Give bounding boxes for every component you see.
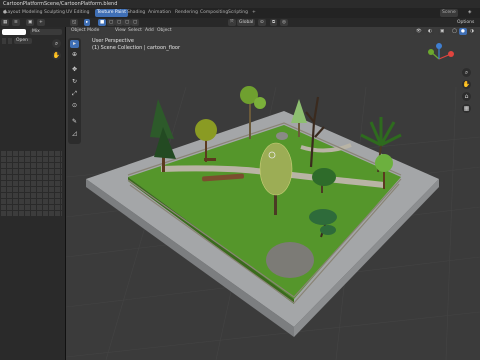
- window-title: CartoonPlatformScene/CartoonPlatform.ble…: [3, 1, 118, 7]
- image-zoom-icon[interactable]: ⌕: [52, 39, 61, 48]
- visibility-icon[interactable]: 👁: [414, 28, 424, 35]
- title-bar: CartoonPlatformScene/CartoonPlatform.ble…: [0, 0, 480, 8]
- open-image-button[interactable]: Open: [14, 38, 32, 44]
- select-box-icon[interactable]: ▸: [70, 40, 79, 48]
- tool-select-icon[interactable]: ▸: [84, 19, 91, 26]
- mode-selector[interactable]: Object Mode: [69, 27, 102, 34]
- image-browse-small-icon[interactable]: [8, 38, 12, 44]
- big-rock: [266, 242, 314, 278]
- blend-mode-dropdown[interactable]: Mix: [30, 29, 62, 35]
- pivot-icon[interactable]: ⊙: [258, 19, 266, 26]
- scale-icon[interactable]: ⤢: [70, 90, 79, 98]
- image-pan-icon[interactable]: ✋: [52, 51, 61, 60]
- tool-shelf: ▸ ⊕ ✥ ↻ ⤢ ⊙ ✎ ◿: [68, 38, 81, 144]
- navigation-gizmo[interactable]: [422, 42, 456, 76]
- scene-selector[interactable]: Scene: [440, 9, 458, 17]
- new-image-icon[interactable]: +: [37, 19, 45, 26]
- cursor-icon[interactable]: ⊕: [70, 51, 79, 59]
- rotate-icon[interactable]: ↻: [70, 78, 79, 86]
- camera-icon[interactable]: ⌂: [462, 92, 471, 101]
- tab-scripting[interactable]: Scripting: [226, 9, 250, 17]
- viewport-collection-label: (1) Scene Collection | cartoon_floor: [92, 45, 181, 51]
- menu-object[interactable]: Object: [155, 27, 174, 34]
- select-mode-new-icon[interactable]: ■: [98, 19, 107, 26]
- transform-icon[interactable]: ⊙: [70, 102, 79, 110]
- viewport-perspective-label: User Perspective: [92, 38, 134, 44]
- material-shading-icon[interactable]: ◑: [468, 28, 476, 35]
- wireframe-shading-icon[interactable]: ◯: [450, 28, 460, 35]
- image-browse-icon[interactable]: ▣: [26, 19, 35, 26]
- move-icon[interactable]: ✥: [70, 66, 79, 74]
- menu-add[interactable]: Add: [143, 27, 156, 34]
- perspective-icon[interactable]: ▦: [462, 104, 471, 113]
- options-menu[interactable]: Options: [455, 19, 476, 26]
- tab-uv-editing[interactable]: UV Editing: [64, 9, 91, 17]
- editor-type-icon[interactable]: ▦: [1, 19, 10, 26]
- snap-icon[interactable]: ⧉: [270, 19, 278, 26]
- tab-shading[interactable]: Shading: [125, 9, 147, 17]
- zoom-icon[interactable]: ⌕: [462, 68, 471, 77]
- overlay-icon[interactable]: ◐: [426, 28, 434, 35]
- image-canvas-grid[interactable]: [0, 150, 62, 216]
- annotate-icon[interactable]: ✎: [70, 118, 79, 126]
- xray-icon[interactable]: ▣: [438, 28, 447, 35]
- proportional-edit-icon[interactable]: ◎: [280, 19, 288, 26]
- orientation-icon[interactable]: ⤧: [228, 19, 236, 26]
- tab-animation[interactable]: Animation: [146, 9, 173, 17]
- small-rock: [276, 132, 288, 140]
- gizmo-z-icon[interactable]: [436, 43, 442, 49]
- scene-icon[interactable]: ◈: [466, 9, 473, 17]
- pan-icon[interactable]: ✋: [462, 80, 471, 89]
- view-menu-icon[interactable]: ≡: [12, 19, 20, 26]
- gizmo-y-icon[interactable]: [428, 49, 434, 55]
- select-mode-intersect-icon[interactable]: ▢: [131, 19, 140, 26]
- orientation-selector[interactable]: Global: [237, 19, 256, 26]
- viewport-editor-type-icon[interactable]: ◱: [70, 19, 79, 26]
- tab-modeling[interactable]: Modeling: [20, 9, 44, 17]
- add-workspace-icon[interactable]: +: [250, 9, 258, 17]
- scene-render: [66, 86, 480, 360]
- 3d-viewport[interactable]: User Perspective (1) Scene Collection | …: [66, 27, 480, 360]
- measure-icon[interactable]: ◿: [70, 130, 79, 138]
- solid-shading-icon[interactable]: ●: [459, 28, 467, 35]
- image-name-field[interactable]: [2, 29, 26, 35]
- tab-rendering[interactable]: Rendering: [173, 9, 200, 17]
- menu-select[interactable]: Select: [126, 27, 144, 34]
- gizmo-x-icon[interactable]: [448, 51, 454, 57]
- image-type-icon[interactable]: [2, 38, 6, 44]
- bench: [204, 158, 216, 161]
- blend-mode-label: Mix: [32, 29, 40, 34]
- tab-texture-paint[interactable]: Texture Paint: [95, 9, 129, 17]
